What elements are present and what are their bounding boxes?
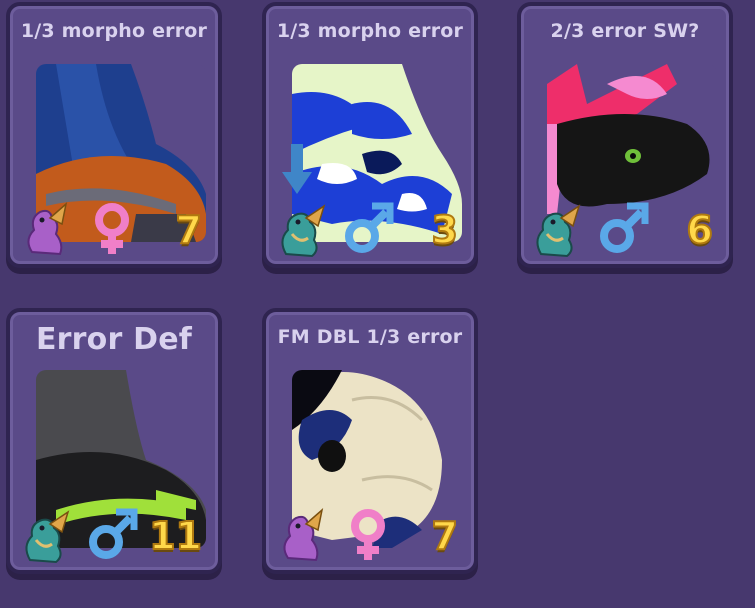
pet-age: 6 [686, 207, 714, 253]
pet-card-title: FM DBL 1/3 error [277, 326, 463, 348]
purple-dragon-pet-icon [283, 507, 324, 562]
pet-card-title: 1/3 morpho error [276, 20, 464, 42]
down-arrow-icon [282, 144, 312, 194]
pet-card[interactable]: 1/3 morpho error 7 [6, 2, 222, 268]
female-icon [95, 203, 129, 254]
purple-dragon-pet-icon [27, 201, 68, 256]
teal-dragon-pet-icon [281, 204, 326, 258]
pet-card-title: 2/3 error SW? [550, 20, 700, 42]
male-icon [345, 202, 394, 253]
pet-age: 7 [175, 207, 203, 253]
pet-card[interactable]: FM DBL 1/3 error 7 [262, 308, 478, 574]
pet-inventory-grid: 1/3 morpho error 7 1/3 morpho error 3 2/… [0, 0, 755, 608]
pet-card[interactable]: Error Def 11 [6, 308, 222, 574]
male-icon [600, 202, 649, 253]
pet-card-title: 1/3 morpho error [20, 20, 208, 42]
pet-age: 3 [431, 207, 459, 253]
pet-card[interactable]: 1/3 morpho error 3 [262, 2, 478, 268]
pet-age: 7 [431, 513, 459, 559]
female-icon [351, 509, 385, 560]
pet-card-title: Error Def [35, 322, 193, 357]
teal-dragon-pet-icon [25, 510, 70, 564]
male-icon [89, 508, 138, 559]
pet-age: 11 [148, 513, 203, 559]
teal-dragon-pet-icon [536, 204, 581, 258]
pet-card[interactable]: 2/3 error SW? 6 [517, 2, 733, 268]
